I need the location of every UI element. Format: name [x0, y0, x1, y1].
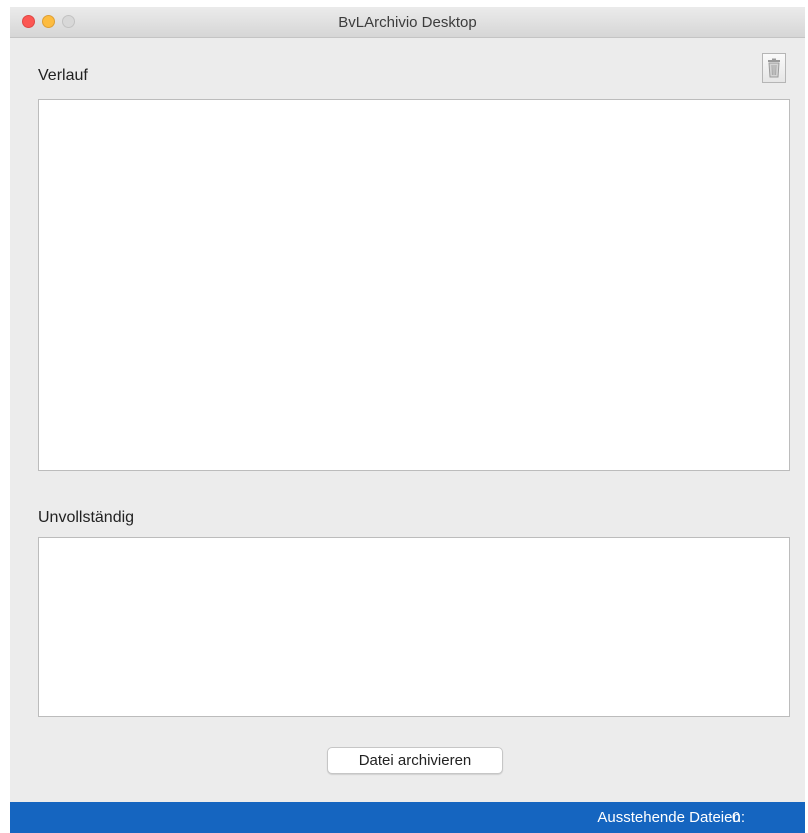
history-list[interactable] — [38, 99, 790, 471]
incomplete-label: Unvollständig — [38, 509, 135, 526]
trash-icon — [768, 58, 780, 78]
title-bar[interactable]: BvLArchivio Desktop — [10, 7, 805, 38]
pending-files-count: 0 — [732, 809, 741, 826]
archive-file-button[interactable]: Datei archivieren — [327, 747, 503, 774]
history-label: Verlauf — [38, 67, 88, 84]
clear-history-button[interactable] — [762, 53, 786, 83]
window-title: BvLArchivio Desktop — [338, 14, 477, 31]
incomplete-list[interactable] — [38, 537, 790, 717]
status-bar: Ausstehende Dateien: 0 — [10, 802, 805, 833]
pending-files-label: Ausstehende Dateien: — [597, 809, 745, 826]
app-window: BvLArchivio Desktop Verlauf Unvollständi… — [10, 7, 805, 833]
